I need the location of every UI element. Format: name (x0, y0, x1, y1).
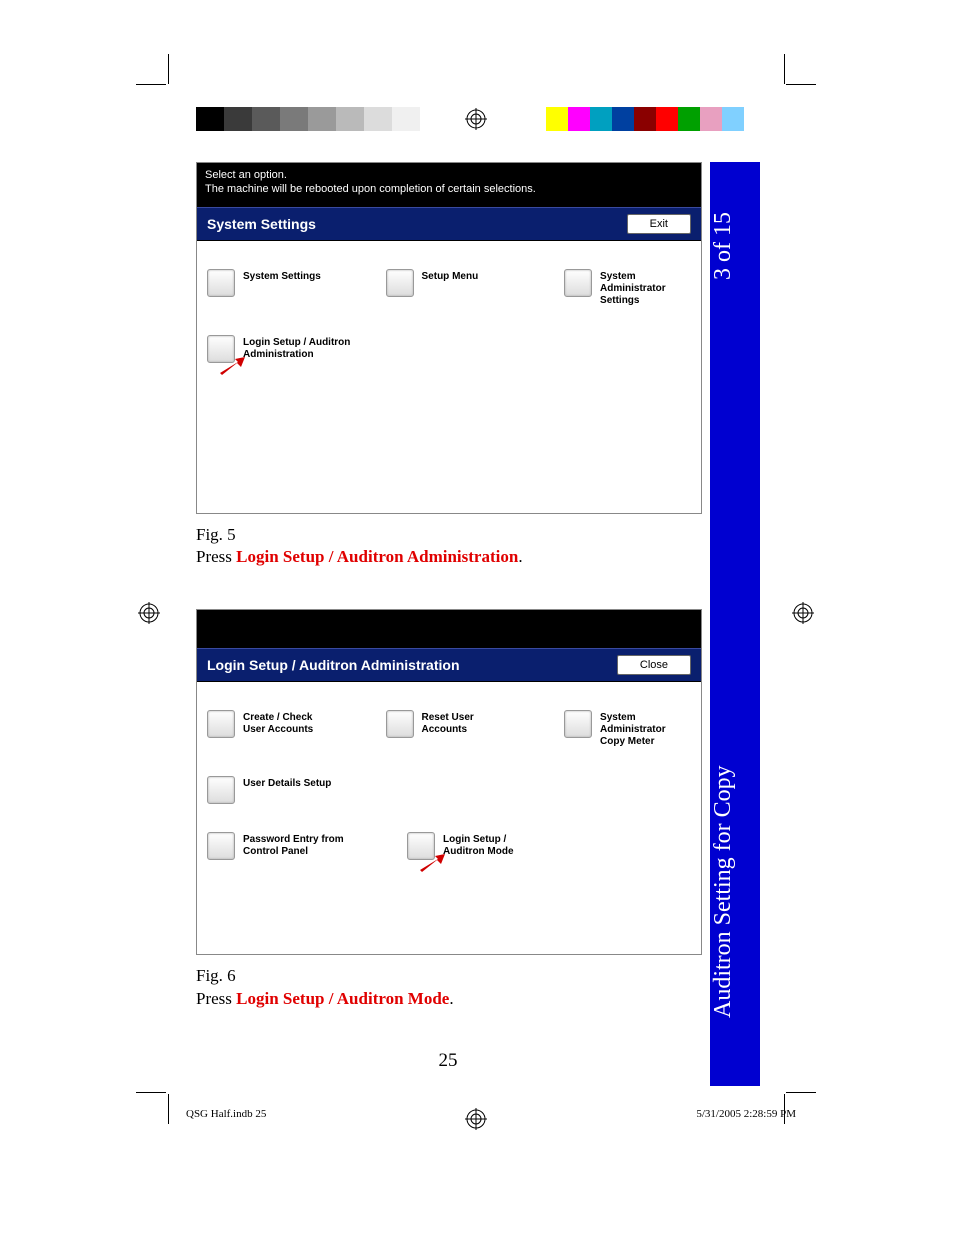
option-label: Create / Check User Accounts (243, 710, 326, 736)
close-button[interactable]: Close (617, 655, 691, 675)
option-login-auditron-mode[interactable]: Login Setup / Auditron Mode (407, 832, 547, 860)
option-label: Setup Menu (422, 269, 479, 283)
exit-button[interactable]: Exit (627, 214, 691, 234)
option-login-auditron-admin[interactable]: Login Setup / Auditron Administration (207, 335, 377, 363)
option-password-entry-panel[interactable]: Password Entry from Control Panel (207, 832, 347, 860)
imposition-footer: QSG Half.indb 25 5/31/2005 2:28:59 PM (186, 1108, 796, 1120)
checkbox-icon (207, 776, 235, 804)
caption-target: Login Setup / Auditron Administration (236, 547, 518, 566)
option-sysadmin-settings[interactable]: System Administrator Settings (564, 269, 691, 307)
checkbox-icon (207, 832, 235, 860)
checkbox-icon (207, 269, 235, 297)
caption-text: Press (196, 547, 236, 566)
checkbox-icon (386, 710, 414, 738)
panel-title: Login Setup / Auditron Administration (207, 657, 460, 673)
option-label: System Administrator Settings (600, 269, 691, 307)
banner-line: The machine will be rebooted upon comple… (205, 183, 693, 197)
instruction-banner: Select an option. The machine will be re… (197, 163, 701, 207)
checkbox-icon (207, 710, 235, 738)
footer-filename: QSG Half.indb 25 (186, 1108, 266, 1120)
option-label: Login Setup / Auditron Administration (243, 335, 377, 361)
section-title: Auditron Setting for Copy (710, 722, 760, 1062)
system-settings-screen: Select an option. The machine will be re… (196, 162, 702, 514)
option-user-details-setup[interactable]: User Details Setup (207, 776, 347, 804)
registration-mark-icon (138, 602, 160, 624)
page-counter: 3 of 15 (710, 186, 760, 306)
option-system-settings[interactable]: System Settings (207, 269, 326, 307)
calibration-bar-grayscale (196, 107, 420, 131)
instruction-banner (197, 610, 701, 648)
option-label: Reset User Accounts (422, 710, 505, 736)
option-create-check-accounts[interactable]: Create / Check User Accounts (207, 710, 326, 748)
page-number: 25 (196, 1050, 700, 1072)
checkbox-icon (386, 269, 414, 297)
option-sysadmin-copy-meter[interactable]: System Administrator Copy Meter (564, 710, 691, 748)
caption-text: . (449, 989, 453, 1008)
registration-mark-icon (792, 602, 814, 624)
figure5-caption: Fig. 5 Press Login Setup / Auditron Admi… (196, 524, 700, 570)
registration-mark-icon (465, 108, 487, 130)
panel-title: System Settings (207, 216, 316, 232)
checkbox-icon (207, 335, 235, 363)
figure-label: Fig. 5 (196, 525, 236, 544)
caption-text: . (518, 547, 522, 566)
login-auditron-admin-screen: Login Setup / Auditron Administration Cl… (196, 609, 702, 955)
option-label: User Details Setup (243, 776, 331, 790)
checkbox-icon (407, 832, 435, 860)
footer-timestamp: 5/31/2005 2:28:59 PM (696, 1108, 796, 1120)
caption-text: Press (196, 989, 236, 1008)
option-label: System Settings (243, 269, 321, 283)
option-label: System Administrator Copy Meter (600, 710, 691, 748)
figure6-caption: Fig. 6 Press Login Setup / Auditron Mode… (196, 965, 700, 1011)
calibration-bar-color (546, 107, 744, 131)
option-setup-menu[interactable]: Setup Menu (386, 269, 505, 307)
option-reset-user-accounts[interactable]: Reset User Accounts (386, 710, 505, 748)
option-label: Password Entry from Control Panel (243, 832, 347, 858)
option-label: Login Setup / Auditron Mode (443, 832, 547, 858)
banner-line: Select an option. (205, 169, 693, 183)
caption-target: Login Setup / Auditron Mode (236, 989, 449, 1008)
checkbox-icon (564, 269, 592, 297)
figure-label: Fig. 6 (196, 966, 236, 985)
chapter-tab: 3 of 15 Auditron Setting for Copy (710, 162, 760, 1086)
checkbox-icon (564, 710, 592, 738)
